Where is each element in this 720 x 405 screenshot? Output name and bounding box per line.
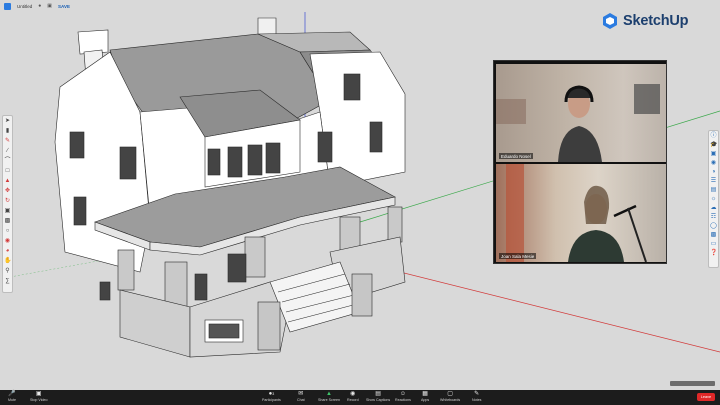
video-tile-participant-1[interactable]: Eduardo Nosel [496, 64, 666, 162]
chat-icon: ✉ [298, 391, 304, 397]
paint-bucket-icon[interactable]: ◉ [4, 238, 11, 245]
layers-icon[interactable]: ☰ [710, 178, 717, 185]
line-icon[interactable]: ∕ [4, 148, 11, 155]
apps-label: Apps [421, 398, 430, 402]
apps-icon: ▦ [422, 391, 428, 397]
participant-1-video-icon [496, 84, 660, 162]
record-icon: ◉ [350, 391, 356, 397]
chat-label: Chat [297, 398, 305, 402]
materials-icon[interactable]: ◉ [710, 160, 717, 167]
reactions-label: Reactions [395, 398, 411, 402]
styles-icon[interactable]: ◑ [710, 169, 717, 176]
extension-icon[interactable]: ▩ [710, 232, 717, 239]
participants-label: Participants [262, 398, 281, 402]
mute-label: Mute [8, 398, 16, 402]
rectangle-icon[interactable]: □ [4, 168, 11, 175]
user-icon[interactable]: ● [38, 3, 41, 9]
stop-video-label: Stop Video [30, 398, 48, 402]
help-icon[interactable]: ❓ [710, 250, 717, 257]
meeting-controls-bar: 🎤 Mute ▣ Stop Video ●3 Participants ✉ Ch… [0, 390, 720, 405]
notes-label: Notes [472, 398, 482, 402]
reactions-icon: ☺ [399, 391, 407, 397]
display-icon[interactable]: ▭ [710, 241, 717, 248]
rotate-icon[interactable]: ↻ [4, 198, 11, 205]
participant-1-name: Eduardo Nosel [499, 153, 533, 159]
stop-video-button[interactable]: ▣ Stop Video [30, 391, 48, 402]
participant-2-name: Joan Sala Mesie [499, 253, 537, 259]
move-icon[interactable]: ✥ [4, 188, 11, 195]
sketchup-brand: SketchUp [601, 12, 688, 30]
record-button[interactable]: ◉ Record [347, 391, 359, 402]
eraser-icon[interactable]: ▮ [4, 128, 11, 135]
orbit-icon[interactable]: ◕ [4, 248, 11, 255]
whiteboard-icon: ▢ [447, 391, 453, 397]
share-screen-button[interactable]: ▲ Share Screen [318, 391, 340, 402]
section-icon[interactable]: ∑ [4, 278, 11, 285]
left-toolbar: ➤ ▮ ✎ ∕ ⌒ □ ▲ ✥ ↻ ▣ ▩ ○ ◉ ◕ ✋ ⚲ ∑ [2, 115, 13, 293]
captions-icon: ▤ [375, 391, 381, 397]
record-label: Record [347, 398, 359, 402]
scale-bar [670, 381, 715, 386]
shadows-icon[interactable]: ☼ [710, 196, 717, 203]
video-gallery: Eduardo Nosel Joan Sala Mesie [493, 60, 667, 264]
push-pull-icon[interactable]: ▲ [4, 178, 11, 185]
apps-button[interactable]: ▦ Apps [421, 391, 429, 402]
leave-button[interactable]: Leave [697, 393, 715, 401]
mute-button[interactable]: 🎤 Mute [8, 391, 16, 402]
soften-icon[interactable]: ◯ [710, 223, 717, 230]
zoom-icon[interactable]: ⚲ [4, 268, 11, 275]
brand-name: SketchUp [623, 13, 689, 29]
captions-button[interactable]: ▤ Show Captions [366, 391, 390, 402]
entity-info-icon[interactable]: ⓘ [710, 133, 717, 140]
instructor-icon[interactable]: 🎓 [710, 142, 717, 149]
tape-measure-icon[interactable]: ○ [4, 228, 11, 235]
right-panel-toolbar: ⓘ 🎓 ▣ ◉ ◑ ☰ ▤ ☼ ☁ ☶ ◯ ▩ ▭ ❓ [708, 130, 719, 268]
sketchup-topbar: Untitled ● ▣ SAVE [0, 0, 720, 12]
select-icon[interactable]: ➤ [4, 118, 11, 125]
scale-icon[interactable]: ▣ [4, 208, 11, 215]
share-screen-icon: ▲ [326, 391, 332, 397]
save-button[interactable]: SAVE [58, 4, 70, 9]
arc-icon[interactable]: ⌒ [4, 158, 11, 165]
whiteboards-button[interactable]: ▢ Whiteboards [440, 391, 460, 402]
notes-icon: ✎ [474, 391, 480, 397]
participants-icon: ●3 [268, 391, 275, 397]
outliner-icon[interactable]: ☶ [710, 214, 717, 221]
participant-2-video-icon [506, 164, 647, 262]
participants-count: 3 [272, 392, 275, 396]
share-screen-label: Share Screen [318, 398, 340, 402]
chat-button[interactable]: ✉ Chat [297, 391, 305, 402]
sketchup-logo-icon [603, 13, 617, 29]
sketchup-menu-icon[interactable] [4, 2, 11, 10]
pan-icon[interactable]: ✋ [4, 258, 11, 265]
whiteboards-label: Whiteboards [440, 398, 461, 402]
components-icon[interactable]: ▣ [710, 151, 717, 158]
captions-label: Show Captions [366, 398, 391, 402]
microphone-icon: 🎤 [8, 391, 16, 397]
folder-icon[interactable]: ▣ [47, 3, 52, 9]
video-camera-icon: ▣ [35, 391, 42, 397]
fog-icon[interactable]: ☁ [710, 205, 717, 212]
offset-icon[interactable]: ▩ [4, 218, 11, 225]
reactions-button[interactable]: ☺ Reactions [395, 391, 411, 402]
scenes-icon[interactable]: ▤ [710, 187, 717, 194]
notes-button[interactable]: ✎ Notes [472, 391, 481, 402]
pencil-icon[interactable]: ✎ [4, 138, 11, 145]
house-model[interactable] [54, 17, 406, 358]
red-axis [359, 261, 720, 353]
document-title[interactable]: Untitled [17, 4, 32, 9]
participants-button[interactable]: ●3 Participants [262, 391, 281, 402]
video-tile-participant-2[interactable]: Joan Sala Mesie [496, 164, 666, 262]
